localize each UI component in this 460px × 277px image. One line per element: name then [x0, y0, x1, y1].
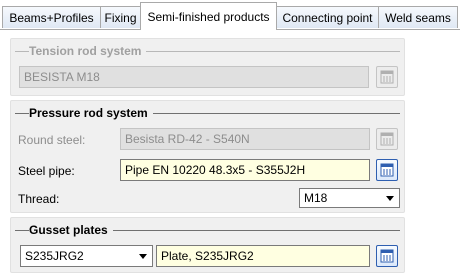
tab-weld-seams[interactable]: Weld seams	[378, 6, 458, 28]
chevron-down-icon	[139, 254, 147, 259]
steel-pipe-label: Steel pipe:	[18, 164, 75, 178]
tension-rod-title: Tension rod system	[29, 44, 147, 58]
round-steel-label: Round steel:	[18, 133, 86, 147]
pressure-rod-group: Pressure rod system Round steel: Besista…	[10, 100, 405, 213]
gusset-plate-field[interactable]: Plate, S235JRG2	[156, 245, 370, 267]
steel-pipe-library-button[interactable]	[376, 159, 398, 181]
round-steel-library-button	[376, 128, 398, 150]
group-header: Gusset plates	[15, 223, 400, 238]
gusset-plate-library-button[interactable]	[376, 245, 398, 267]
group-header: Tension rod system	[15, 44, 400, 59]
group-dash	[17, 51, 23, 52]
tension-rod-library-button	[376, 66, 398, 88]
tension-rod-field: BESISTA M18	[19, 66, 369, 88]
library-icon	[380, 70, 394, 84]
thread-select[interactable]: M18	[299, 188, 400, 208]
tab-beams-profiles[interactable]: Beams+Profiles	[2, 6, 101, 28]
group-header: Pressure rod system	[15, 106, 400, 121]
pressure-rod-title: Pressure rod system	[29, 106, 153, 120]
round-steel-field: Besista RD-42 - S540N	[120, 128, 370, 150]
gusset-plates-title: Gusset plates	[29, 223, 113, 237]
tab-panel: Tension rod system BESISTA M18 Pressure …	[0, 30, 460, 277]
tab-strip: Beams+Profiles Fixing Semi-finished prod…	[0, 0, 460, 30]
group-dash	[17, 230, 23, 231]
thread-label: Thread:	[18, 192, 60, 206]
tension-rod-group: Tension rod system BESISTA M18	[10, 38, 405, 96]
gusset-material-select[interactable]: S235JRG2	[20, 245, 153, 267]
tab-fixing[interactable]: Fixing	[100, 6, 141, 28]
thread-value: M18	[304, 191, 328, 205]
library-icon	[380, 249, 394, 263]
gusset-material-value: S235JRG2	[25, 249, 84, 263]
steel-pipe-field[interactable]: Pipe EN 10220 48.3x5 - S355J2H	[120, 159, 370, 181]
tab-semi-finished-products[interactable]: Semi-finished products	[140, 2, 277, 30]
group-dash	[17, 113, 23, 114]
chevron-down-icon	[386, 196, 394, 201]
library-icon	[380, 132, 394, 146]
library-icon	[380, 163, 394, 177]
gusset-plates-group: Gusset plates S235JRG2 Plate, S235JRG2	[10, 217, 405, 273]
tab-connecting-point[interactable]: Connecting point	[276, 6, 379, 28]
